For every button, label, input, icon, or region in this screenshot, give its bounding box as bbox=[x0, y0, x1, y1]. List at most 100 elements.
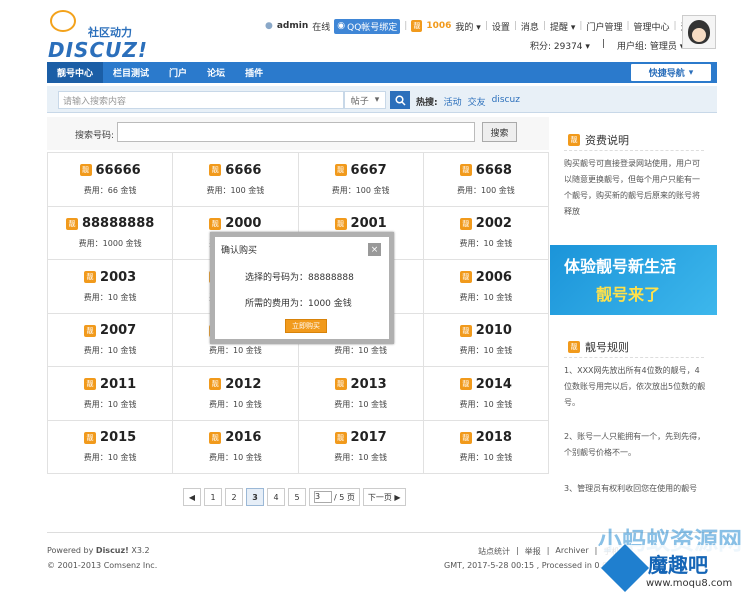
messages-link[interactable]: 消息 bbox=[521, 20, 539, 33]
number-cell[interactable]: 靓 6667 费用：100 金钱 bbox=[298, 153, 424, 207]
notifications-link[interactable]: 提醒 ▾ bbox=[550, 20, 575, 33]
avatar[interactable] bbox=[682, 15, 716, 49]
portal-admin-link[interactable]: 门户管理 bbox=[586, 20, 622, 33]
search-button[interactable] bbox=[390, 91, 410, 109]
number-cell[interactable]: 靓 2006 费用：10 金钱 bbox=[423, 260, 549, 314]
page-link[interactable]: 2 bbox=[225, 488, 243, 506]
fee-info-title: 资费说明 bbox=[585, 134, 629, 147]
number-cell[interactable]: 靓 6666 费用：100 金钱 bbox=[173, 153, 299, 207]
number-label: 靓 2002 bbox=[459, 216, 512, 231]
search-type-select[interactable]: 帖子 ▾ bbox=[344, 91, 386, 109]
number-cell[interactable]: 靓 2007 费用：10 金钱 bbox=[48, 313, 174, 367]
number-fee: 费用：100 金钱 bbox=[206, 185, 265, 195]
tag-icon: 靓 bbox=[459, 164, 472, 177]
required-fee-text: 所需的费用为：1000 金钱 bbox=[245, 299, 352, 309]
discuz-link[interactable]: Discuz! bbox=[96, 546, 129, 555]
number-search-input[interactable] bbox=[117, 122, 475, 142]
main-nav: 靓号中心 栏目测试 门户 论坛 插件 快捷导航 ▾ bbox=[47, 62, 717, 83]
number-label: 靓 2016 bbox=[209, 430, 261, 445]
number-fee: 费用：100 金钱 bbox=[456, 185, 515, 195]
page-link[interactable]: 5 bbox=[288, 488, 306, 506]
credits-count: 1006 bbox=[426, 21, 452, 31]
search-icon bbox=[394, 94, 406, 106]
dropdown-arrow-icon: ▾ bbox=[688, 67, 694, 78]
footer-info: GMT, 2017-5-28 00:15 , Processed in 0.0 bbox=[444, 561, 608, 570]
number-cell[interactable]: 靓 2015 费用：10 金钱 bbox=[48, 420, 174, 474]
qq-bind-button[interactable]: ◉ QQ帐号绑定 bbox=[334, 18, 401, 34]
page-link[interactable]: 1 bbox=[204, 488, 222, 506]
number-cell[interactable]: 靓 2018 费用：10 金钱 bbox=[423, 420, 549, 474]
copyright: © 2001-2013 Comsenz Inc. bbox=[47, 561, 158, 570]
my-menu-link[interactable]: 我的 ▾ bbox=[455, 20, 480, 33]
points-link[interactable]: 积分: 29374 ▾ bbox=[530, 39, 590, 52]
number-label: 靓 6667 bbox=[334, 163, 387, 178]
prev-page-button[interactable]: ◀ bbox=[183, 488, 201, 506]
qq-icon: ◉ bbox=[337, 21, 346, 31]
footer-link[interactable]: 举报 bbox=[525, 546, 541, 557]
rules-title: 靓号规则 bbox=[585, 341, 629, 354]
usergroup-link[interactable]: 用户组: 管理员 ▾ bbox=[617, 39, 684, 52]
watermark-logo: 魔趣吧 www.moqu8.com bbox=[600, 543, 750, 600]
number-cell[interactable]: 靓 2002 费用：10 金钱 bbox=[423, 206, 549, 260]
tag-icon: 靓 bbox=[209, 431, 222, 444]
number-cell[interactable]: 靓 66666 费用：66 金钱 bbox=[48, 153, 174, 207]
admin-center-link[interactable]: 管理中心 bbox=[634, 20, 670, 33]
number-fee: 费用：10 金钱 bbox=[459, 292, 513, 302]
nav-item-plugins[interactable]: 插件 bbox=[235, 62, 273, 83]
number-cell[interactable]: 靓 2010 费用：10 金钱 bbox=[423, 313, 549, 367]
number-cell[interactable]: 靓 6668 费用：100 金钱 bbox=[423, 153, 549, 207]
watermark-url: www.moqu8.com bbox=[646, 578, 733, 589]
number-search-button[interactable]: 搜索 bbox=[482, 122, 517, 142]
promo-banner[interactable]: 体验靓号新生活 靓号来了 bbox=[550, 245, 717, 315]
tag-icon: 靓 bbox=[459, 271, 472, 284]
nav-item-haoma[interactable]: 靓号中心 bbox=[47, 62, 104, 83]
number-fee: 费用：10 金钱 bbox=[209, 453, 262, 463]
rule-item: 2、账号一人只能拥有一个，先到先得，个别靓号价格不一。 bbox=[564, 432, 706, 457]
tag-icon: 靓 bbox=[84, 378, 97, 391]
number-fee: 费用：10 金钱 bbox=[459, 239, 513, 249]
quick-nav-button[interactable]: 快捷导航 ▾ bbox=[631, 64, 711, 81]
page-jump-input[interactable]: 3 bbox=[314, 491, 332, 503]
page-link[interactable]: 4 bbox=[267, 488, 285, 506]
footer-link[interactable]: 站点统计 bbox=[478, 546, 510, 557]
number-cell[interactable]: 靓 2017 费用：10 金钱 bbox=[298, 420, 424, 474]
nav-item-column-test[interactable]: 栏目测试 bbox=[103, 62, 159, 83]
number-cell[interactable]: 靓 2016 费用：10 金钱 bbox=[173, 420, 299, 474]
number-cell[interactable]: 靓 2012 费用：10 金钱 bbox=[173, 367, 299, 421]
number-label: 靓 2003 bbox=[84, 270, 136, 285]
number-fee: 费用：1000 金钱 bbox=[78, 239, 142, 249]
tag-icon: 靓 bbox=[84, 271, 97, 284]
number-label: 靓 88888888 bbox=[65, 216, 154, 231]
settings-link[interactable]: 设置 bbox=[492, 20, 510, 33]
buy-now-button[interactable]: 立即购买 bbox=[285, 319, 327, 333]
powered-by: Powered by Discuz! X3.2 bbox=[47, 546, 150, 555]
number-cell[interactable]: 靓 2014 费用：10 金钱 bbox=[423, 367, 549, 421]
nav-item-forum[interactable]: 论坛 bbox=[197, 62, 235, 83]
chevron-left-icon: ◀ bbox=[188, 492, 196, 502]
number-cell[interactable]: 靓 88888888 费用：1000 金钱 bbox=[48, 206, 174, 260]
next-page-button[interactable]: 下一页 ▶ bbox=[362, 488, 406, 506]
hot-word-link[interactable]: 活动 bbox=[444, 95, 462, 108]
hot-word-link[interactable]: 交友 bbox=[468, 95, 486, 108]
number-cell[interactable]: 靓 2011 费用：10 金钱 bbox=[48, 367, 174, 421]
search-input[interactable]: 请输入搜索内容 bbox=[58, 91, 344, 109]
number-label: 靓 2012 bbox=[209, 377, 261, 392]
username-link[interactable]: admin bbox=[277, 21, 308, 31]
number-fee: 费用：10 金钱 bbox=[83, 292, 137, 302]
nav-item-portal[interactable]: 门户 bbox=[159, 62, 197, 83]
rules-panel: 靓靓号规则 1、XXX网先放出所有4位数的靓号，4位数账号用完以后，依次放出5位… bbox=[550, 325, 717, 515]
number-label: 靓 2015 bbox=[84, 430, 136, 445]
number-cell[interactable]: 靓 2003 费用：10 金钱 bbox=[48, 260, 174, 314]
discuz-logo[interactable]: 社区动力 DISCUZ! bbox=[46, 8, 156, 62]
number-fee: 费用：10 金钱 bbox=[83, 399, 137, 409]
number-fee: 费用：10 金钱 bbox=[209, 399, 262, 409]
close-icon[interactable]: × bbox=[368, 243, 381, 256]
tag-icon: 靓 bbox=[209, 164, 222, 177]
hot-word-link[interactable]: discuz bbox=[492, 95, 520, 108]
selected-number-text: 选择的号码为：88888888 bbox=[245, 273, 354, 283]
fee-info-text: 购买靓号可直接登录网站使用，用户可以随意更换靓号，但每个用户只能有一个靓号，购买… bbox=[564, 159, 700, 216]
number-label: 靓 2006 bbox=[459, 270, 512, 285]
number-label: 靓 2000 bbox=[209, 216, 261, 231]
pagination: ◀ 1 2 3 4 5 3/ 5 页 下一页 ▶ bbox=[183, 488, 406, 506]
number-cell[interactable]: 靓 2013 费用：10 金钱 bbox=[298, 367, 424, 421]
